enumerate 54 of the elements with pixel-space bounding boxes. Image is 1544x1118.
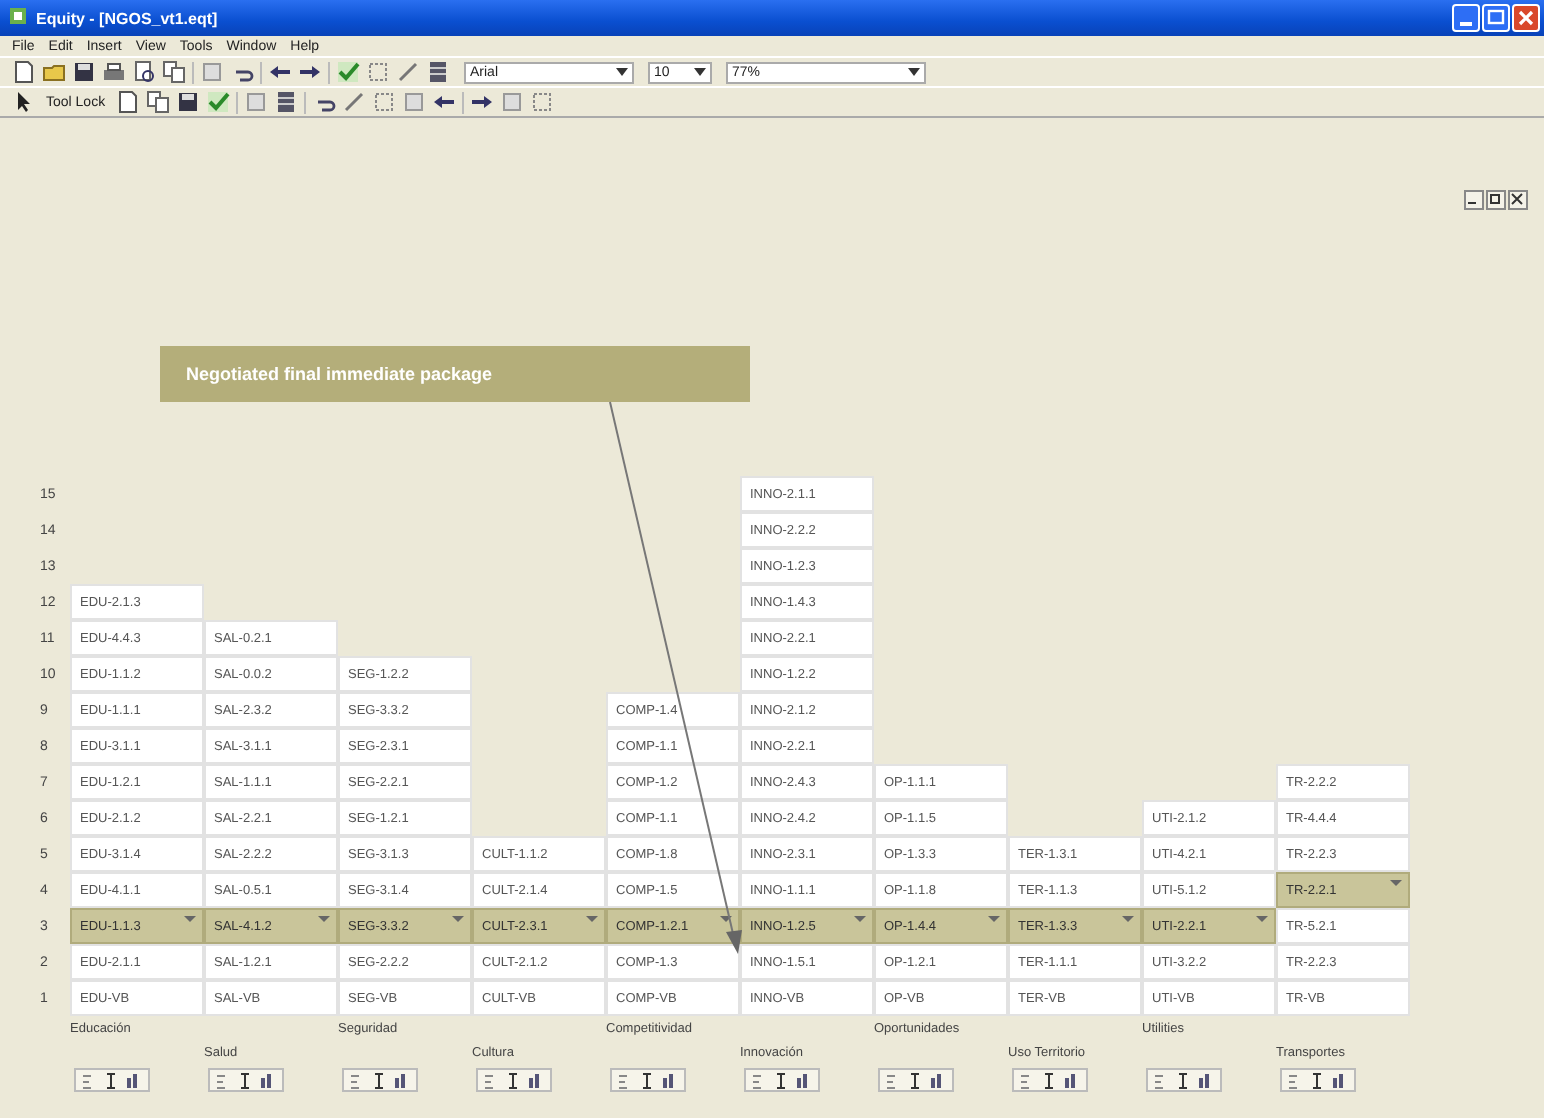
chart-icon[interactable]: [1196, 1071, 1212, 1089]
chart-icon[interactable]: [928, 1071, 944, 1089]
chart-icon[interactable]: [526, 1071, 542, 1089]
table-icon[interactable]: [426, 60, 450, 84]
minimize-icon: [1460, 22, 1472, 26]
chart-icon[interactable]: [660, 1071, 676, 1089]
maximize-icon: [1484, 6, 1508, 30]
text-cursor-icon[interactable]: [102, 1071, 118, 1089]
preview-icon[interactable]: [132, 60, 156, 84]
table-icon[interactable]: [273, 90, 298, 114]
chart-icon[interactable]: [392, 1071, 408, 1089]
print-icon[interactable]: [102, 60, 126, 84]
save-icon[interactable]: [72, 60, 96, 84]
check-icon[interactable]: [205, 90, 230, 114]
text-cursor-icon[interactable]: [1174, 1071, 1190, 1089]
chart-icon[interactable]: [1062, 1071, 1078, 1089]
text-cursor-icon[interactable]: [638, 1071, 654, 1089]
chart-icon[interactable]: [124, 1071, 140, 1089]
save-icon[interactable]: [175, 90, 200, 114]
text-cursor-icon[interactable]: [906, 1071, 922, 1089]
caret-icon: [908, 68, 920, 76]
chart-icon[interactable]: [258, 1071, 274, 1089]
left-arrow-icon[interactable]: [268, 60, 292, 84]
chart-icon[interactable]: [1330, 1071, 1346, 1089]
chart-icon[interactable]: [794, 1071, 810, 1089]
restore-icon: [1488, 192, 1502, 206]
line-icon[interactable]: [341, 90, 366, 114]
window-title: Equity - [NGOS_vt1.eqt]: [36, 9, 220, 27]
minimize-button[interactable]: [1464, 190, 1484, 210]
left-arrow-icon[interactable]: [431, 90, 456, 114]
close-button[interactable]: [1508, 190, 1528, 210]
text-cursor-icon[interactable]: [370, 1071, 386, 1089]
right-arrow-icon[interactable]: [469, 90, 494, 114]
maximize-button[interactable]: [1482, 4, 1510, 32]
close-icon: [1514, 6, 1538, 30]
copy-icon[interactable]: [145, 90, 170, 114]
select-icon[interactable]: [366, 60, 390, 84]
text-cursor-icon[interactable]: [504, 1071, 520, 1089]
text-cursor-icon[interactable]: [1308, 1071, 1324, 1089]
caret-icon: [616, 68, 628, 76]
pointer-icon[interactable]: [12, 90, 36, 114]
text-cursor-icon[interactable]: [236, 1071, 252, 1089]
copy-icon[interactable]: [162, 60, 186, 84]
text-cursor-icon[interactable]: [1040, 1071, 1056, 1089]
caret-icon: [694, 68, 706, 76]
select-icon[interactable]: [529, 90, 554, 114]
restore-button[interactable]: [1486, 190, 1506, 210]
text-cursor-icon[interactable]: [772, 1071, 788, 1089]
select-icon[interactable]: [371, 90, 396, 114]
check-icon[interactable]: [336, 60, 360, 84]
right-arrow-icon[interactable]: [298, 60, 322, 84]
close-icon: [1510, 192, 1524, 206]
line-icon[interactable]: [396, 60, 420, 84]
callout-label: Negotiated final immediate package: [160, 346, 750, 402]
